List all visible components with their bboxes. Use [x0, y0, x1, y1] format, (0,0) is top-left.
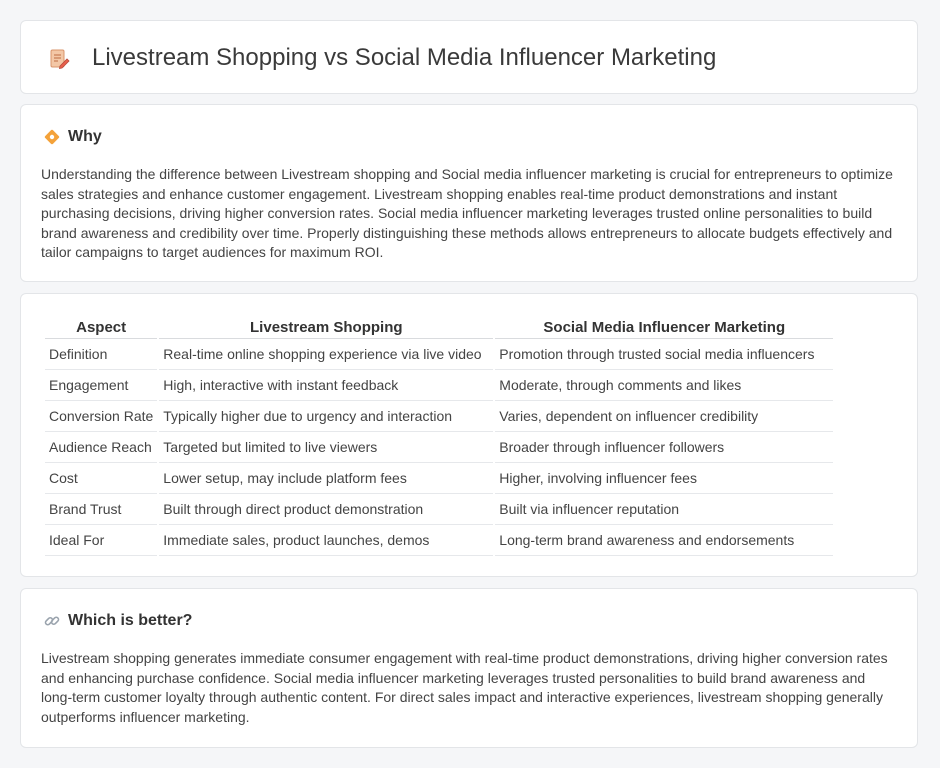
table-cell: Definition: [45, 339, 158, 370]
table-cell: Built via influencer reputation: [495, 494, 834, 525]
table-row: Cost Lower setup, may include platform f…: [45, 463, 834, 494]
page-title: Livestream Shopping vs Social Media Infl…: [92, 44, 717, 71]
table-cell: Targeted but limited to live viewers: [159, 432, 494, 463]
table-cell: Broader through influencer followers: [495, 432, 834, 463]
table-row: Definition Real-time online shopping exp…: [45, 339, 834, 370]
why-heading: Why: [68, 128, 102, 145]
table-cell: Audience Reach: [45, 432, 158, 463]
table-cell: High, interactive with instant feedback: [159, 370, 494, 401]
table-row: Engagement High, interactive with instan…: [45, 370, 834, 401]
table-cell: Long-term brand awareness and endorsemen…: [495, 525, 834, 556]
better-text: Livestream shopping generates immediate …: [41, 650, 888, 725]
table-row: Audience Reach Targeted but limited to l…: [45, 432, 834, 463]
table-cell: Conversion Rate: [45, 401, 158, 432]
table-cell: Varies, dependent on influencer credibil…: [495, 401, 834, 432]
table-cell: Built through direct product demonstrati…: [159, 494, 494, 525]
better-heading: Which is better?: [68, 612, 193, 629]
table-row: Brand Trust Built through direct product…: [45, 494, 834, 525]
table-cell: Brand Trust: [45, 494, 158, 525]
diamond-icon: [44, 129, 60, 145]
table-cell: Ideal For: [45, 525, 158, 556]
table-cell: Engagement: [45, 370, 158, 401]
title-card: Livestream Shopping vs Social Media Infl…: [20, 20, 918, 94]
table-cell: Immediate sales, product launches, demos: [159, 525, 494, 556]
table-cell: Cost: [45, 463, 158, 494]
memo-pencil-icon: [50, 49, 70, 70]
table-cell: Higher, involving influencer fees: [495, 463, 834, 494]
comparison-table: Aspect Livestream Shopping Social Media …: [43, 316, 835, 556]
table-cell: Real-time online shopping experience via…: [159, 339, 494, 370]
table-row: Ideal For Immediate sales, product launc…: [45, 525, 834, 556]
why-header: Why: [43, 126, 102, 148]
comparison-section: Aspect Livestream Shopping Social Media …: [20, 293, 918, 577]
column-header-livestream: Livestream Shopping: [159, 316, 494, 339]
table-header-row: Aspect Livestream Shopping Social Media …: [45, 316, 834, 339]
link-icon: [44, 616, 60, 626]
column-header-aspect: Aspect: [45, 316, 158, 339]
why-section: Why Understanding the difference between…: [20, 104, 918, 282]
table-row: Conversion Rate Typically higher due to …: [45, 401, 834, 432]
table-cell: Promotion through trusted social media i…: [495, 339, 834, 370]
which-is-better-section: Which is better? Livestream shopping gen…: [20, 588, 918, 748]
table-cell: Typically higher due to urgency and inte…: [159, 401, 494, 432]
better-header: Which is better?: [43, 610, 192, 632]
why-text: Understanding the difference between Liv…: [41, 166, 893, 260]
table-cell: Lower setup, may include platform fees: [159, 463, 494, 494]
table-cell: Moderate, through comments and likes: [495, 370, 834, 401]
column-header-influencer: Social Media Influencer Marketing: [495, 316, 834, 339]
